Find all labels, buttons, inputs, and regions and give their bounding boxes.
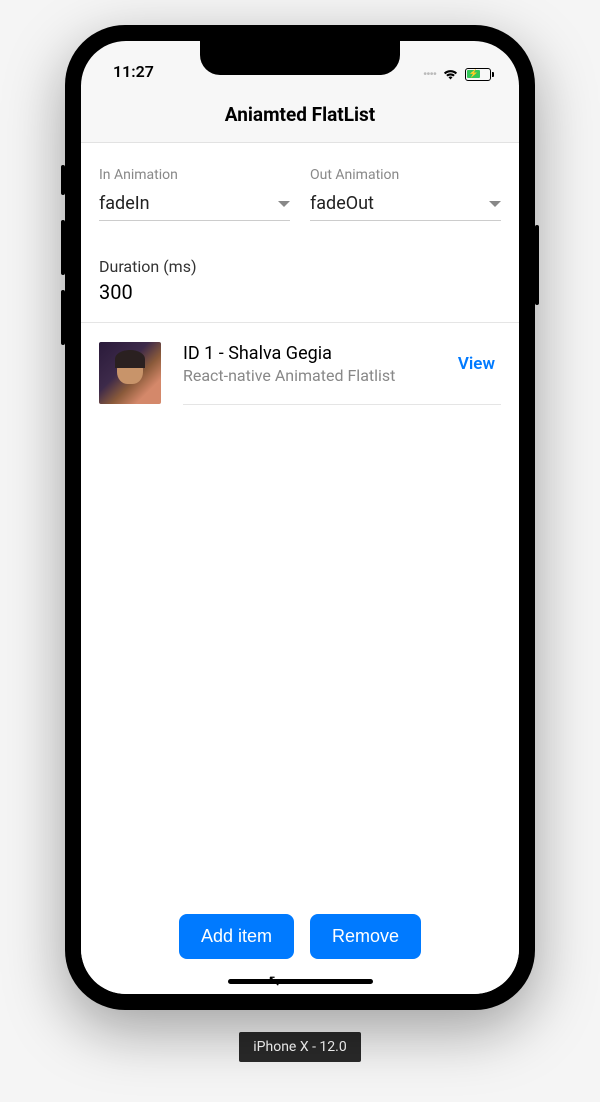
notch	[200, 41, 400, 75]
phone-frame: 11:27 •••• ⚡ Aniamted FlatList	[65, 25, 535, 1010]
in-animation-field: In Animation fadeIn	[99, 167, 290, 221]
header: Aniamted FlatList	[81, 85, 519, 143]
in-animation-value: fadeIn	[99, 193, 150, 214]
volume-down-button[interactable]	[61, 290, 65, 345]
list-item-text: ID 1 - Shalva Gegia React-native Animate…	[183, 343, 395, 385]
power-button[interactable]	[535, 225, 539, 305]
remove-button[interactable]: Remove	[310, 914, 421, 959]
side-buttons-left	[61, 165, 65, 360]
form-area: In Animation fadeIn Out Animation fadeOu…	[81, 143, 519, 304]
chevron-down-icon	[489, 201, 501, 207]
phone-screen: 11:27 •••• ⚡ Aniamted FlatList	[81, 41, 519, 994]
duration-value[interactable]: 300	[99, 280, 501, 304]
selects-row: In Animation fadeIn Out Animation fadeOu…	[99, 167, 501, 221]
add-item-button[interactable]: Add item	[179, 914, 294, 959]
cursor-icon: ↖	[268, 971, 281, 990]
cellular-dots-icon: ••••	[423, 67, 436, 81]
view-button[interactable]: View	[458, 354, 501, 374]
list-item[interactable]: ID 1 - Shalva Gegia React-native Animate…	[81, 323, 519, 423]
list-area: ID 1 - Shalva Gegia React-native Animate…	[81, 322, 519, 423]
wifi-icon	[442, 68, 459, 80]
device-label: iPhone X - 12.0	[239, 1032, 360, 1062]
avatar	[99, 342, 161, 404]
volume-up-button[interactable]	[61, 220, 65, 275]
duration-field: Duration (ms) 300	[99, 257, 501, 304]
battery-icon: ⚡	[465, 68, 491, 81]
status-time: 11:27	[113, 62, 154, 81]
side-buttons-right	[535, 225, 539, 330]
bottom-actions: Add item Remove	[81, 902, 519, 967]
in-animation-label: In Animation	[99, 167, 290, 183]
in-animation-select[interactable]: fadeIn	[99, 187, 290, 221]
home-indicator[interactable]: ↖	[228, 979, 373, 984]
charging-bolt-icon: ⚡	[469, 70, 479, 78]
list-item-title: ID 1 - Shalva Gegia	[183, 343, 395, 364]
out-animation-field: Out Animation fadeOut	[310, 167, 501, 221]
mute-switch[interactable]	[61, 165, 65, 195]
duration-label: Duration (ms)	[99, 257, 501, 276]
out-animation-value: fadeOut	[310, 193, 374, 214]
out-animation-select[interactable]: fadeOut	[310, 187, 501, 221]
page-title: Aniamted FlatList	[81, 103, 519, 126]
content: In Animation fadeIn Out Animation fadeOu…	[81, 143, 519, 994]
list-item-body: ID 1 - Shalva Gegia React-native Animate…	[183, 341, 501, 405]
status-right: •••• ⚡	[423, 67, 491, 81]
out-animation-label: Out Animation	[310, 167, 501, 183]
battery-fill: ⚡	[467, 70, 480, 79]
chevron-down-icon	[278, 201, 290, 207]
list-item-subtitle: React-native Animated Flatlist	[183, 366, 395, 385]
